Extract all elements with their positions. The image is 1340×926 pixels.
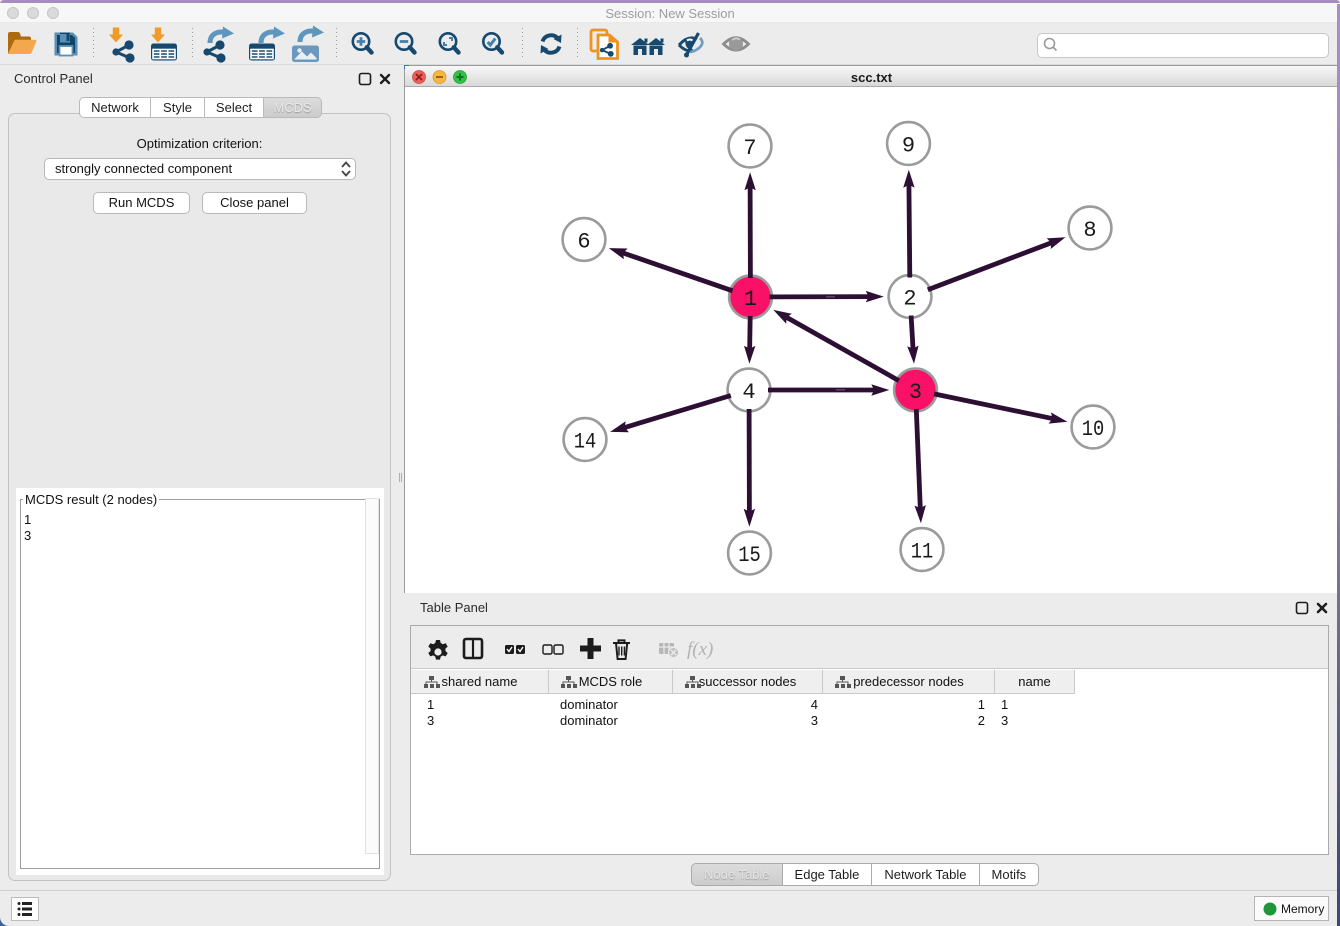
svg-text:f(x): f(x)	[687, 639, 713, 660]
svg-text:1: 1	[744, 287, 757, 312]
svg-text:15: 15	[738, 543, 761, 568]
svg-text:14: 14	[574, 429, 597, 454]
svg-text:9: 9	[902, 133, 915, 158]
svg-text:6: 6	[577, 229, 590, 254]
svg-text:7: 7	[743, 136, 756, 161]
svg-text:11: 11	[911, 539, 934, 564]
svg-text:4: 4	[742, 380, 755, 405]
svg-text:8: 8	[1083, 218, 1096, 243]
svg-text:2: 2	[903, 286, 916, 311]
svg-text:10: 10	[1082, 417, 1105, 442]
svg-text:3: 3	[909, 380, 922, 405]
